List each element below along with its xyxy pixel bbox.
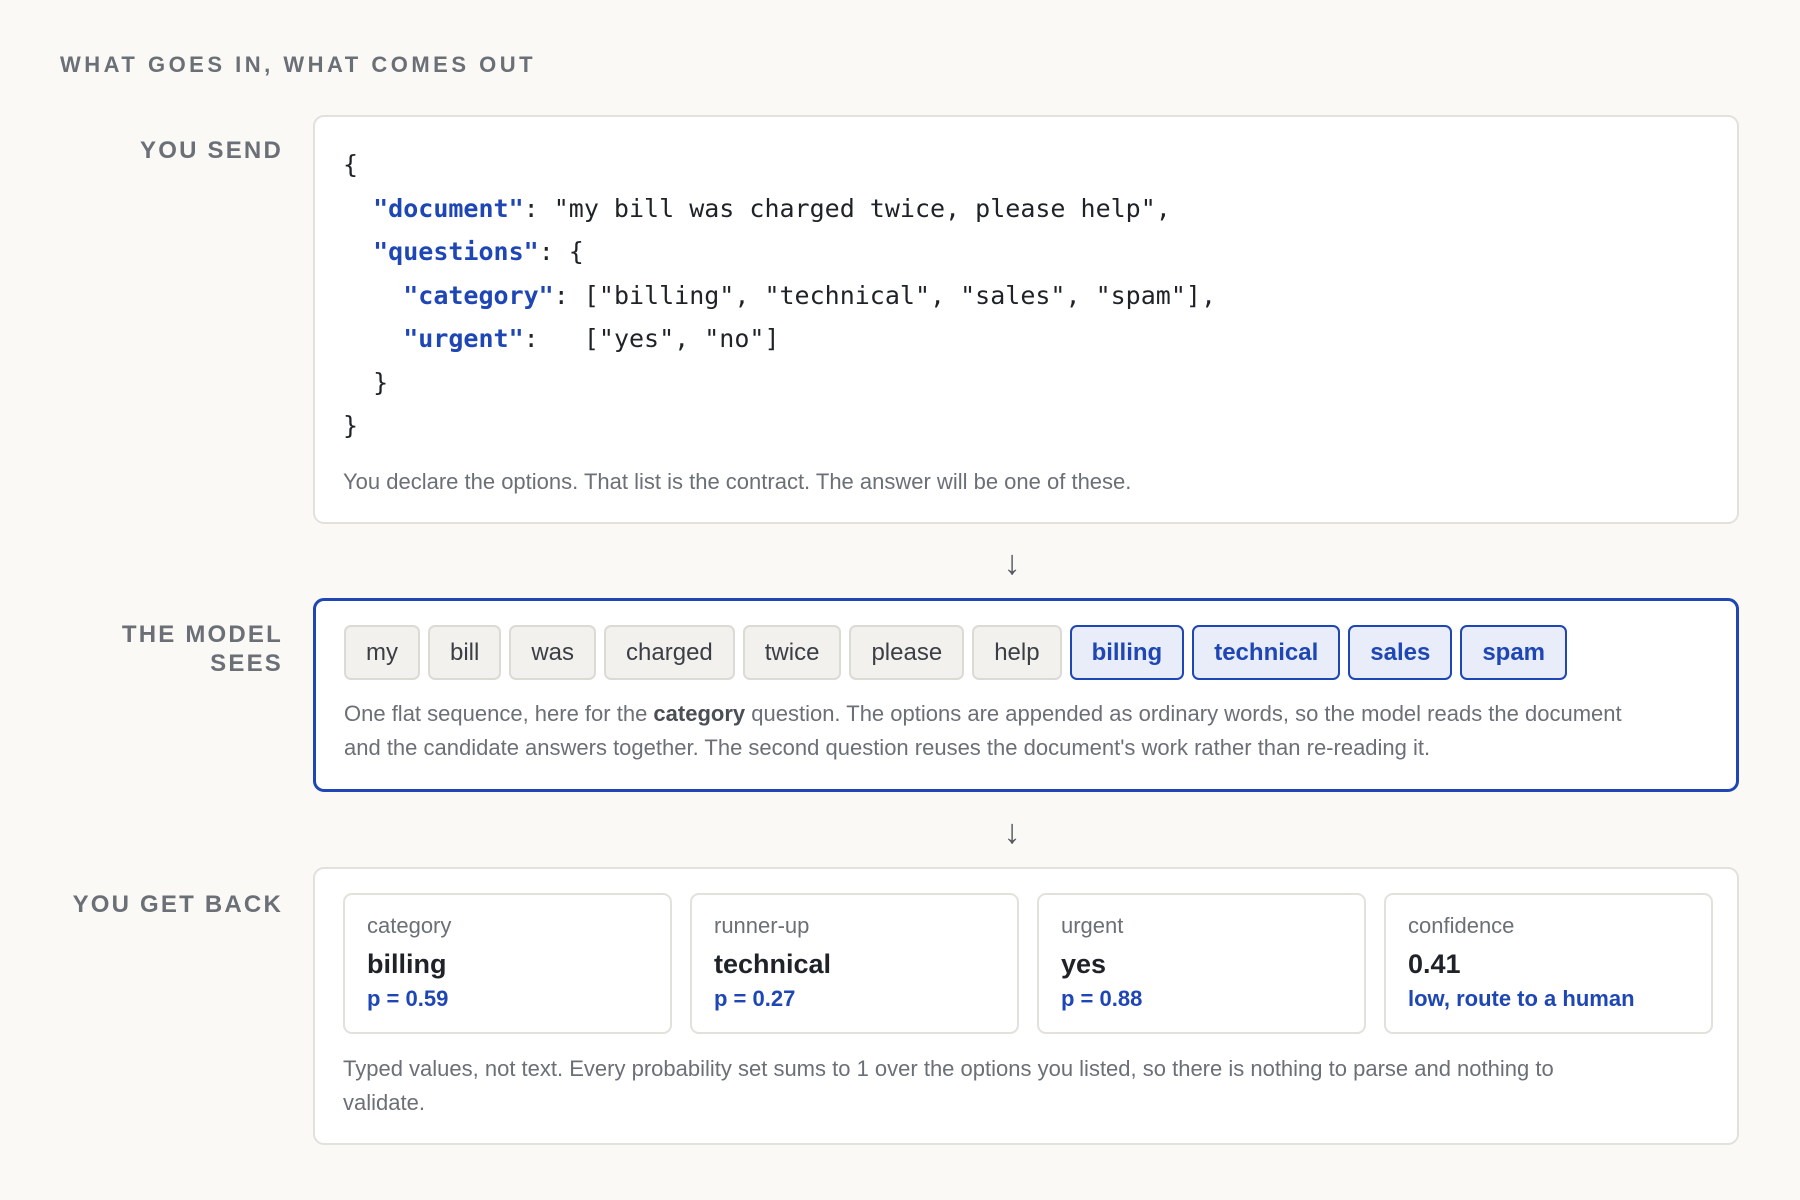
document-token: charged [604, 625, 735, 680]
page: WHAT GOES IN, WHAT COMES OUT YOU SEND { … [0, 0, 1800, 1200]
document-token: bill [428, 625, 502, 680]
document-token: help [972, 625, 1062, 680]
document-token: my [344, 625, 420, 680]
code-line-document: "document": "my bill was charged twice, … [373, 193, 1171, 223]
request-json: { "document": "my bill was charged twice… [343, 143, 1216, 448]
code-line-close: } [343, 411, 359, 440]
json-key-document: "document" [373, 193, 524, 223]
request-box: { "document": "my bill was charged twice… [313, 115, 1739, 524]
document-token: was [509, 625, 597, 680]
document-token: please [849, 625, 965, 680]
code-line-inner-close: } [373, 367, 389, 397]
section-eyebrow: WHAT GOES IN, WHAT COMES OUT [60, 52, 537, 77]
result-card-runner-up: runner-up technical p = 0.27 [690, 893, 1019, 1034]
down-arrow-icon: ↓ [1003, 813, 1021, 851]
result-cards: category billing p = 0.59 runner-up tech… [343, 893, 1713, 1034]
json-key-questions: "questions" [373, 237, 539, 266]
option-token: technical [1192, 625, 1341, 680]
response-box: category billing p = 0.59 runner-up tech… [313, 867, 1739, 1145]
result-card-urgent: urgent yes p = 0.88 [1037, 893, 1366, 1034]
request-caption: You declare the options. That list is th… [343, 469, 1132, 494]
option-token: sales [1348, 625, 1453, 680]
document-token: twice [742, 625, 842, 680]
code-line-urgent: "urgent": ["yes", "no"] [403, 324, 780, 353]
row-label-you-get-back: YOU GET BACK [72, 891, 283, 918]
code-line-open: { [343, 150, 359, 179]
result-card-category: category billing p = 0.59 [343, 893, 672, 1034]
result-card-confidence: confidence 0.41 low, route to a human [1384, 893, 1713, 1034]
down-arrow-icon: ↓ [1003, 544, 1021, 582]
row-label-text: YOU SEND [140, 137, 283, 164]
model-input-box: my bill was charged twice please help bi… [313, 598, 1739, 792]
option-token: billing [1069, 625, 1185, 680]
code-line-category: "category": ["billing", "technical", "sa… [403, 280, 1216, 310]
json-key-urgent: "urgent" [403, 324, 524, 353]
row-label-model-sees: THE MODEL SEES [121, 621, 283, 677]
row-label-you-send: YOU SEND [140, 136, 283, 165]
model-input-caption: One flat sequence, here for the category… [344, 701, 1622, 760]
option-token: spam [1460, 625, 1568, 680]
token-sequence: my bill was charged twice please help bi… [344, 625, 1568, 680]
response-caption: Typed values, not text. Every probabilit… [343, 1056, 1554, 1115]
json-key-category: "category" [403, 280, 554, 310]
code-line-questions: "questions": { [373, 237, 584, 266]
